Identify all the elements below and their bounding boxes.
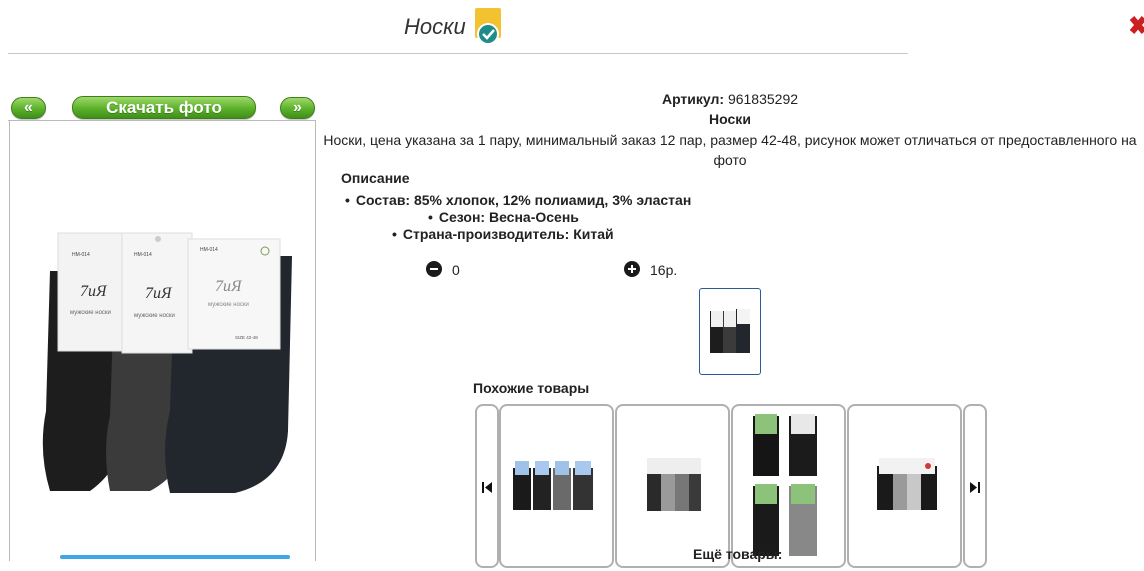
- tag-caption: мужские носки: [134, 313, 175, 319]
- download-photo-button[interactable]: Скачать фото: [72, 96, 256, 119]
- plus-icon[interactable]: [624, 261, 640, 277]
- more-products-heading: Ещё товары:: [693, 546, 783, 562]
- tag-caption: мужские носки: [70, 310, 111, 316]
- header-divider: [8, 53, 908, 54]
- price: 16р.: [650, 262, 678, 278]
- prev-photo-button[interactable]: «: [11, 97, 46, 119]
- carousel-left-icon: [482, 482, 492, 493]
- tag-brand: 7иЯ: [215, 278, 243, 295]
- product-description: Носки, цена указана за 1 пару, минимальн…: [323, 132, 1137, 168]
- tag-code: НМ-014: [134, 252, 152, 258]
- similar-product-card[interactable]: [615, 404, 730, 568]
- main-product-photo: НМ-014 НМ-014 НМ-014 7иЯ 7иЯ 7иЯ мужские…: [9, 121, 316, 561]
- product-name: Носки: [709, 111, 751, 127]
- quantity-value: 0: [452, 262, 460, 278]
- page-title: Носки: [404, 14, 466, 39]
- tag-brand: 7иЯ: [145, 285, 173, 302]
- spec-composition: Состав: 85% хлопок, 12% полиамид, 3% эла…: [345, 192, 691, 208]
- photo-thumbnail[interactable]: [699, 288, 761, 375]
- carousel-next-button[interactable]: [963, 404, 987, 568]
- tag-brand: 7иЯ: [80, 283, 108, 300]
- close-icon[interactable]: [1129, 12, 1144, 42]
- similar-heading: Похожие товары: [473, 380, 590, 396]
- article-line: Артикул: 961835292: [320, 91, 1140, 107]
- tag-caption: мужские носки: [208, 302, 249, 308]
- carousel-right-icon: [970, 482, 980, 493]
- tag-size: SIZE 42-48: [235, 335, 258, 340]
- minus-icon[interactable]: [426, 261, 442, 277]
- article-label: Артикул:: [661, 91, 725, 107]
- similar-product-card[interactable]: [847, 404, 962, 568]
- carousel-prev-button[interactable]: [475, 404, 499, 568]
- spec-season: Сезон: Весна-Осень: [428, 209, 579, 225]
- spec-country: Страна-производитель: Китай: [392, 226, 614, 242]
- similar-product-card[interactable]: [499, 404, 614, 568]
- article-value: 961835292: [727, 91, 799, 107]
- tag-code: НМ-014: [200, 247, 218, 253]
- description-heading: Описание: [341, 170, 410, 186]
- scroll-indicator[interactable]: [60, 555, 290, 559]
- similar-product-card[interactable]: [731, 404, 846, 568]
- tag-code: НМ-014: [72, 252, 90, 258]
- verified-badge-icon: [473, 8, 503, 46]
- next-photo-button[interactable]: »: [280, 97, 315, 119]
